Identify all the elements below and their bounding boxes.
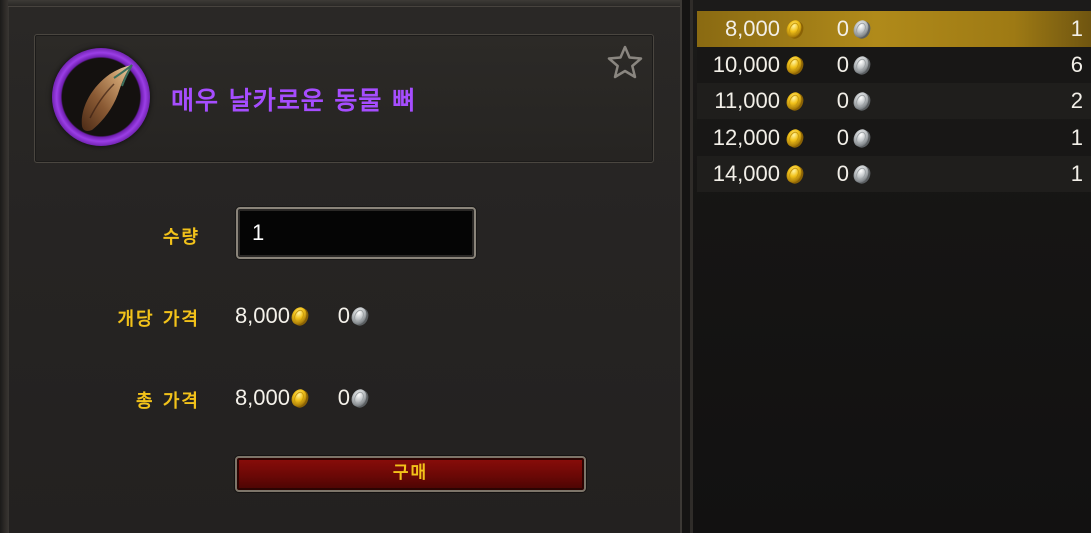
purchase-panel: 매우 날카로운 동물 뼈 수량 1 개당 가격 8,000 0 총 가격 8,0… — [0, 0, 682, 533]
silver-coin-icon — [852, 54, 872, 76]
listing-row[interactable]: 8,000 0 1 — [697, 11, 1091, 47]
item-name: 매우 날카로운 동물 뼈 — [171, 86, 417, 115]
quantity-label: 수량 — [162, 227, 200, 248]
unit-price-label: 개당 가격 — [117, 309, 200, 330]
listing-quantity: 1 — [1070, 16, 1083, 41]
total-price-label: 총 가격 — [136, 391, 200, 412]
gold-coin-icon — [785, 90, 805, 112]
listing-silver: 0 — [836, 88, 849, 113]
buy-button[interactable]: 구매 — [235, 456, 586, 492]
silver-coin-icon — [852, 90, 872, 112]
listing-silver: 0 — [836, 125, 849, 150]
panel-frame-top — [8, 0, 680, 7]
listing-gold: 14,000 — [712, 161, 780, 186]
listing-quantity: 1 — [1070, 125, 1083, 150]
unit-price-silver: 0 — [337, 303, 350, 328]
listing-quantity: 6 — [1070, 52, 1083, 77]
gold-coin-icon — [290, 387, 310, 409]
gold-coin-icon — [785, 163, 805, 185]
animal-bone-icon — [52, 48, 150, 146]
total-price-silver: 0 — [337, 385, 350, 410]
gold-coin-icon — [785, 54, 805, 76]
unit-price-value: 8,000 0 — [234, 301, 370, 331]
listing-silver: 0 — [836, 161, 849, 186]
total-price-value: 8,000 0 — [234, 383, 370, 413]
silver-coin-icon — [350, 305, 370, 327]
gold-coin-icon — [290, 305, 310, 327]
listing-quantity: 2 — [1070, 88, 1083, 113]
listing-gold: 10,000 — [712, 52, 780, 77]
silver-coin-icon — [852, 18, 872, 40]
total-price-gold: 8,000 — [234, 385, 290, 410]
silver-coin-icon — [350, 387, 370, 409]
listing-silver: 0 — [836, 16, 849, 41]
listing-silver: 0 — [836, 52, 849, 77]
listing-gold: 12,000 — [712, 125, 780, 150]
listing-row[interactable]: 10,000 0 6 — [697, 47, 1091, 83]
listing-gold: 11,000 — [714, 88, 780, 113]
listing-quantity: 1 — [1070, 161, 1083, 186]
gold-coin-icon — [785, 18, 805, 40]
item-header: 매우 날카로운 동물 뼈 — [34, 34, 654, 163]
star-outline-icon[interactable] — [606, 44, 644, 80]
panel-frame-left — [0, 0, 9, 533]
listing-row[interactable]: 12,000 0 1 — [697, 120, 1091, 156]
listings-panel: 8,000 0 1 10,000 0 6 11,000 0 2 12,000 0… — [690, 0, 1091, 533]
listing-gold: 8,000 — [724, 16, 780, 41]
listing-row[interactable]: 11,000 0 2 — [697, 83, 1091, 119]
silver-coin-icon — [852, 127, 872, 149]
gold-coin-icon — [785, 127, 805, 149]
listing-row[interactable]: 14,000 0 1 — [697, 156, 1091, 192]
quantity-input[interactable]: 1 — [236, 207, 476, 259]
silver-coin-icon — [852, 163, 872, 185]
unit-price-gold: 8,000 — [234, 303, 290, 328]
